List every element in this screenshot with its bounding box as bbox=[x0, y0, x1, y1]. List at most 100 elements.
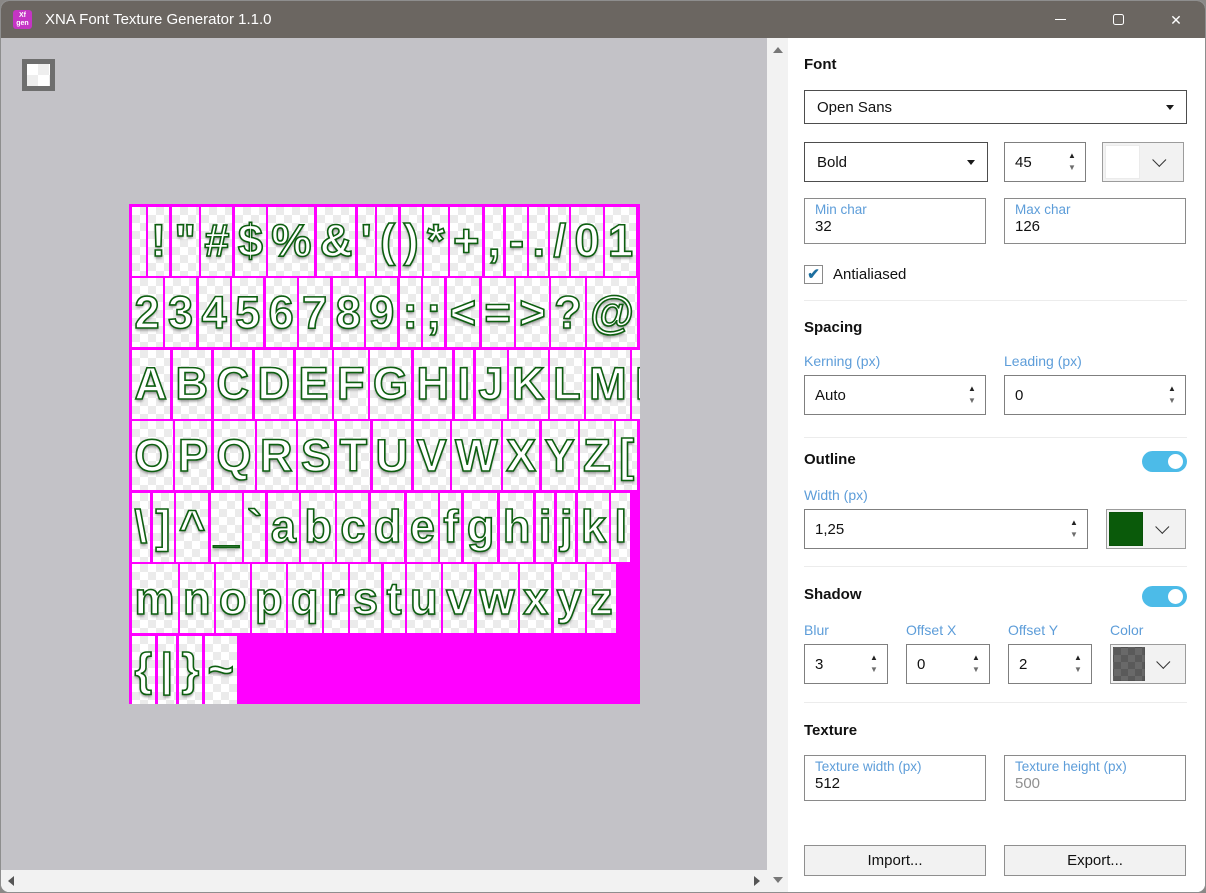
minimize-button[interactable] bbox=[1031, 1, 1089, 38]
close-icon: ✕ bbox=[1170, 13, 1182, 27]
spin-down-icon[interactable]: ▼ bbox=[968, 397, 976, 405]
spin-down-icon[interactable]: ▼ bbox=[1168, 397, 1176, 405]
spin-up-icon[interactable]: ▲ bbox=[870, 654, 878, 662]
texture-width-field[interactable]: Texture width (px) 512 bbox=[804, 755, 986, 801]
toggle-knob bbox=[1168, 589, 1183, 604]
shadow-offset-x-spinner[interactable]: 0 ▲ ▼ bbox=[906, 644, 990, 684]
glyph-cell: ^ bbox=[176, 493, 208, 562]
scroll-right-icon[interactable] bbox=[754, 876, 760, 886]
close-button[interactable]: ✕ bbox=[1147, 1, 1205, 38]
glyph-cell: I bbox=[455, 350, 474, 419]
spin-down-icon[interactable]: ▼ bbox=[1074, 666, 1082, 674]
glyph-cell: ` bbox=[244, 493, 265, 562]
glyph-cell: 5 bbox=[232, 278, 263, 347]
glyph-cell: g bbox=[464, 493, 498, 562]
scroll-down-icon[interactable] bbox=[773, 877, 783, 883]
shadow-color-swatch bbox=[1113, 647, 1145, 681]
spin-down-icon[interactable]: ▼ bbox=[1068, 164, 1076, 172]
glyph-cell: $ bbox=[235, 207, 266, 276]
glyph-cell: 7 bbox=[299, 278, 330, 347]
spin-down-icon[interactable]: ▼ bbox=[870, 666, 878, 674]
outline-width-spinner[interactable]: 1,25 ▲ ▼ bbox=[804, 509, 1088, 549]
leading-spinner[interactable]: 0 ▲ ▼ bbox=[1004, 375, 1186, 415]
glyph-cell: C bbox=[214, 350, 253, 419]
outline-color-dropdown[interactable] bbox=[1106, 509, 1186, 549]
font-color-dropdown[interactable] bbox=[1102, 142, 1184, 182]
outline-color-swatch bbox=[1109, 512, 1143, 546]
vertical-scrollbar[interactable] bbox=[767, 38, 788, 892]
leading-label: Leading (px) bbox=[1004, 353, 1186, 371]
texture-section-heading: Texture bbox=[804, 722, 1187, 742]
glyph-cell: ) bbox=[401, 207, 422, 276]
outline-width-value: 1,25 bbox=[805, 510, 1061, 548]
spin-up-icon[interactable]: ▲ bbox=[1070, 519, 1078, 527]
font-family-select[interactable]: Open Sans bbox=[804, 90, 1187, 124]
font-size-spinner[interactable]: 45 ▲ ▼ bbox=[1004, 142, 1086, 182]
app-icon-text-bottom: gen bbox=[13, 20, 32, 27]
glyph-cell: q bbox=[288, 564, 322, 633]
scroll-left-icon[interactable] bbox=[8, 876, 14, 886]
glyph-cell: / bbox=[550, 207, 569, 276]
glyph-cell: F bbox=[334, 350, 368, 419]
glyph-cell: n bbox=[180, 564, 214, 633]
spin-up-icon[interactable]: ▲ bbox=[1068, 152, 1076, 160]
glyph-cell: E bbox=[296, 350, 332, 419]
shadow-color-dropdown[interactable] bbox=[1110, 644, 1186, 684]
glyph-cell: = bbox=[482, 278, 514, 347]
max-char-field[interactable]: Max char 126 bbox=[1004, 198, 1186, 244]
glyph-cell bbox=[132, 207, 146, 276]
atlas-row: ABCDEFGHIJKLMN bbox=[132, 350, 641, 419]
spin-down-icon[interactable]: ▼ bbox=[1070, 531, 1078, 539]
glyph-cell: b bbox=[301, 493, 335, 562]
glyph-cell: 3 bbox=[165, 278, 196, 347]
glyph-cell: A bbox=[132, 350, 171, 419]
glyph-cell: j bbox=[557, 493, 576, 562]
min-char-field[interactable]: Min char 32 bbox=[804, 198, 986, 244]
font-style-select[interactable]: Bold bbox=[804, 142, 988, 182]
glyph-cell: + bbox=[450, 207, 482, 276]
atlas-row: OPQRSTUVWXYZ[ bbox=[132, 421, 641, 490]
spin-up-icon[interactable]: ▲ bbox=[972, 654, 980, 662]
glyph-cell: B bbox=[173, 350, 212, 419]
glyph-cell: { bbox=[132, 636, 156, 705]
chevron-down-icon bbox=[1155, 520, 1169, 534]
outline-width-label: Width (px) bbox=[804, 487, 1187, 505]
glyph-cell: e bbox=[407, 493, 438, 562]
shadow-offset-y-value: 2 bbox=[1009, 645, 1065, 683]
glyph-cell: . bbox=[529, 207, 548, 276]
spin-up-icon[interactable]: ▲ bbox=[1074, 654, 1082, 662]
divider bbox=[804, 300, 1187, 301]
glyph-cell: - bbox=[506, 207, 527, 276]
atlas-row: !"#$%&'()*+,-./01 bbox=[132, 207, 641, 276]
outline-toggle[interactable] bbox=[1142, 451, 1187, 472]
horizontal-scrollbar[interactable] bbox=[1, 870, 767, 892]
export-button[interactable]: Export... bbox=[1004, 845, 1186, 876]
kerning-spinner[interactable]: Auto ▲ ▼ bbox=[804, 375, 986, 415]
glyph-cell: > bbox=[516, 278, 548, 347]
antialiased-checkbox[interactable]: ✔ bbox=[804, 265, 823, 284]
glyph-cell: J bbox=[476, 350, 507, 419]
shadow-offset-x-label: Offset X bbox=[906, 622, 990, 640]
glyph-cell: | bbox=[158, 636, 177, 705]
maximize-button[interactable] bbox=[1089, 1, 1147, 38]
texture-height-field[interactable]: Texture height (px) 500 bbox=[1004, 755, 1186, 801]
glyph-cell: d bbox=[371, 493, 405, 562]
shadow-toggle[interactable] bbox=[1142, 586, 1187, 607]
shadow-blur-value: 3 bbox=[805, 645, 861, 683]
spin-up-icon[interactable]: ▲ bbox=[968, 385, 976, 393]
caret-down-icon bbox=[1166, 105, 1174, 110]
glyph-cell: & bbox=[317, 207, 356, 276]
glyph-cell: Z bbox=[580, 421, 614, 490]
shadow-offset-y-spinner[interactable]: 2 ▲ ▼ bbox=[1008, 644, 1092, 684]
spin-down-icon[interactable]: ▼ bbox=[972, 666, 980, 674]
background-checker-button[interactable] bbox=[22, 59, 55, 91]
shadow-offset-y-label: Offset Y bbox=[1008, 622, 1092, 640]
spin-up-icon[interactable]: ▲ bbox=[1168, 385, 1176, 393]
glyph-cell: w bbox=[477, 564, 518, 633]
shadow-blur-spinner[interactable]: 3 ▲ ▼ bbox=[804, 644, 888, 684]
glyph-cell: ! bbox=[148, 207, 169, 276]
min-char-value: 32 bbox=[815, 218, 975, 235]
glyph-cell: P bbox=[175, 421, 211, 490]
import-button[interactable]: Import... bbox=[804, 845, 986, 876]
scroll-up-icon[interactable] bbox=[773, 47, 783, 53]
